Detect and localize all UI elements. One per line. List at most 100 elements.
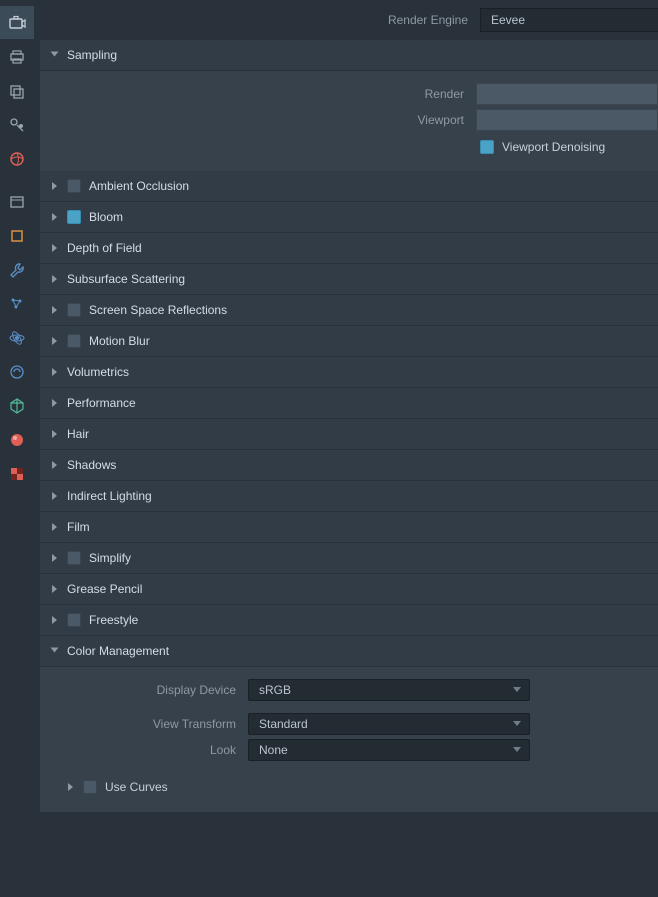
viewport-denoising-checkbox[interactable] xyxy=(480,140,494,154)
texture-icon xyxy=(8,465,26,483)
section-toggle-checkbox[interactable] xyxy=(67,179,81,193)
section-title: Shadows xyxy=(67,458,116,472)
chevron-down-icon xyxy=(513,687,521,692)
tab-view-layer[interactable] xyxy=(0,74,34,107)
row-viewport-samples: Viewport xyxy=(40,107,658,133)
chevron-down-icon xyxy=(51,52,59,57)
display-device-select[interactable]: sRGB xyxy=(248,679,530,701)
view-transform-value: Standard xyxy=(259,717,308,731)
render-samples-label: Render xyxy=(40,87,476,101)
section-header[interactable]: Performance xyxy=(40,388,658,419)
section-sampling-header[interactable]: Sampling xyxy=(40,40,658,71)
section-title: Sampling xyxy=(67,48,117,62)
tab-texture[interactable] xyxy=(0,457,34,490)
display-device-value: sRGB xyxy=(259,683,291,697)
printer-icon xyxy=(8,48,26,66)
section-toggle-checkbox[interactable] xyxy=(67,210,81,224)
look-select[interactable]: None xyxy=(248,739,530,761)
section-title: Screen Space Reflections xyxy=(89,303,227,317)
section-toggle-checkbox[interactable] xyxy=(67,551,81,565)
section-header[interactable]: Ambient Occlusion xyxy=(40,171,658,202)
tab-physics[interactable] xyxy=(0,321,34,354)
chevron-down-icon xyxy=(513,721,521,726)
material-icon xyxy=(8,431,26,449)
chevron-right-icon xyxy=(52,244,57,252)
section-title: Simplify xyxy=(89,551,131,565)
render-engine-label: Render Engine xyxy=(388,13,468,27)
tab-particles[interactable] xyxy=(0,287,34,320)
display-device-label: Display Device xyxy=(40,683,248,697)
chevron-down-icon xyxy=(51,648,59,653)
section-title: Volumetrics xyxy=(67,365,129,379)
chevron-right-icon xyxy=(68,783,73,791)
section-title: Color Management xyxy=(67,644,169,658)
section-header[interactable]: Shadows xyxy=(40,450,658,481)
chevron-right-icon xyxy=(52,492,57,500)
chevron-right-icon xyxy=(52,213,57,221)
section-header[interactable]: Screen Space Reflections xyxy=(40,295,658,326)
chevron-right-icon xyxy=(52,275,57,283)
tab-output[interactable] xyxy=(0,40,34,73)
section-toggle-checkbox[interactable] xyxy=(67,613,81,627)
section-toggle-checkbox[interactable] xyxy=(67,334,81,348)
render-engine-value: Eevee xyxy=(491,13,525,27)
chevron-right-icon xyxy=(52,523,57,531)
chevron-right-icon xyxy=(52,585,57,593)
section-header[interactable]: Simplify xyxy=(40,543,658,574)
tab-collection[interactable] xyxy=(0,185,34,218)
chevron-down-icon xyxy=(513,747,521,752)
row-render-samples: Render xyxy=(40,81,658,107)
section-header[interactable]: Volumetrics xyxy=(40,357,658,388)
chevron-right-icon xyxy=(52,337,57,345)
chevron-right-icon xyxy=(52,616,57,624)
section-title: Motion Blur xyxy=(89,334,150,348)
tab-world[interactable] xyxy=(0,142,34,175)
section-sampling-body: Render Viewport Viewport Denoising xyxy=(40,71,658,171)
render-samples-field[interactable] xyxy=(476,83,658,105)
section-title: Film xyxy=(67,520,90,534)
chevron-right-icon xyxy=(52,306,57,314)
section-title: Subsurface Scattering xyxy=(67,272,185,286)
properties-tab-sidebar xyxy=(0,0,34,897)
section-header[interactable]: Bloom xyxy=(40,202,658,233)
tab-constraints[interactable] xyxy=(0,355,34,388)
section-toggle-checkbox[interactable] xyxy=(67,303,81,317)
constraint-icon xyxy=(8,363,26,381)
chevron-right-icon xyxy=(52,182,57,190)
tab-material[interactable] xyxy=(0,423,34,456)
section-title: Ambient Occlusion xyxy=(89,179,189,193)
tab-object[interactable] xyxy=(0,219,34,252)
section-header[interactable]: Depth of Field xyxy=(40,233,658,264)
viewport-denoising-label: Viewport Denoising xyxy=(502,140,605,154)
world-icon xyxy=(8,150,26,168)
section-title: Indirect Lighting xyxy=(67,489,152,503)
properties-panel: Render Engine Eevee Sampling Render View… xyxy=(34,0,658,897)
section-header[interactable]: Hair xyxy=(40,419,658,450)
tab-modifiers[interactable] xyxy=(0,253,34,286)
section-header[interactable]: Freestyle xyxy=(40,605,658,636)
section-header[interactable]: Subsurface Scattering xyxy=(40,264,658,295)
wrench-icon xyxy=(8,261,26,279)
section-color-management-header[interactable]: Color Management xyxy=(40,636,658,667)
row-viewport-denoising: Viewport Denoising xyxy=(40,133,658,161)
section-title: Depth of Field xyxy=(67,241,142,255)
section-title: Grease Pencil xyxy=(67,582,142,596)
chevron-right-icon xyxy=(52,368,57,376)
tab-data[interactable] xyxy=(0,389,34,422)
mesh-icon xyxy=(8,397,26,415)
row-use-curves[interactable]: Use Curves xyxy=(40,771,658,802)
tab-scene[interactable] xyxy=(0,108,34,141)
chevron-right-icon xyxy=(52,430,57,438)
section-header[interactable]: Indirect Lighting xyxy=(40,481,658,512)
use-curves-checkbox[interactable] xyxy=(83,780,97,794)
section-header[interactable]: Motion Blur xyxy=(40,326,658,357)
scene-icon xyxy=(8,116,26,134)
section-header[interactable]: Film xyxy=(40,512,658,543)
view-transform-select[interactable]: Standard xyxy=(248,713,530,735)
use-curves-label: Use Curves xyxy=(105,780,168,794)
render-engine-dropdown[interactable]: Eevee xyxy=(480,8,658,32)
section-header[interactable]: Grease Pencil xyxy=(40,574,658,605)
viewport-samples-field[interactable] xyxy=(476,109,658,131)
tab-render[interactable] xyxy=(0,6,34,39)
viewport-samples-label: Viewport xyxy=(40,113,476,127)
